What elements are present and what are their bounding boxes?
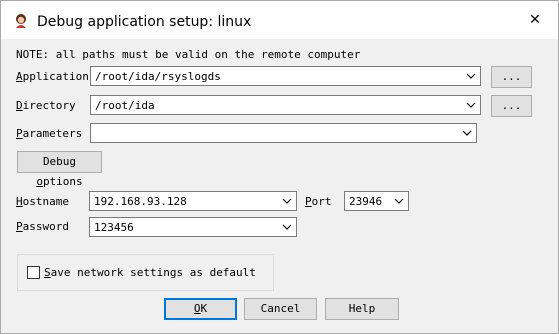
save-settings-checkbox[interactable] [27, 266, 40, 279]
chevron-down-icon [466, 73, 476, 79]
note-text: NOTE: all paths must be valid on the rem… [16, 48, 361, 61]
directory-combobox[interactable]: /root/ida [90, 95, 481, 115]
directory-value: /root/ida [95, 99, 155, 112]
help-button[interactable]: Help [325, 298, 399, 320]
hostname-label: Hostname [16, 195, 69, 208]
parameters-label: Parameters [16, 127, 83, 140]
close-button[interactable]: ✕ [512, 1, 558, 39]
chevron-down-icon [462, 130, 472, 136]
close-icon: ✕ [529, 12, 541, 28]
directory-label: Directory [16, 99, 76, 112]
chevron-down-icon [282, 224, 292, 230]
application-label: Application [16, 70, 89, 83]
hostname-combobox[interactable]: 192.168.93.128 [89, 191, 297, 211]
window-title: Debug application setup: linux [37, 14, 252, 30]
title-bar: Debug application setup: linux ✕ [1, 1, 558, 39]
password-value: 123456 [94, 221, 134, 234]
chevron-down-icon [394, 198, 404, 204]
debug-options-button[interactable]: Debug options [17, 151, 102, 188]
password-combobox[interactable]: 123456 [89, 217, 297, 237]
port-label: Port [305, 195, 332, 208]
hostname-value: 192.168.93.128 [94, 195, 187, 208]
ok-button[interactable]: OK [164, 298, 237, 320]
directory-browse-button[interactable]: ... [491, 95, 532, 117]
application-browse-button[interactable]: ... [491, 66, 532, 88]
debug-setup-dialog: Debug application setup: linux ✕ NOTE: a… [0, 0, 559, 334]
parameters-combobox[interactable] [90, 123, 477, 143]
save-settings-label[interactable]: Save network settings as default [44, 266, 256, 279]
application-value: /root/ida/rsyslogds [95, 70, 221, 83]
application-combobox[interactable]: /root/ida/rsyslogds [90, 66, 481, 86]
port-combobox[interactable]: 23946 [344, 191, 409, 211]
app-logo-icon [16, 14, 26, 28]
password-label: Password [16, 220, 69, 233]
port-value: 23946 [349, 195, 383, 208]
chevron-down-icon [466, 102, 476, 108]
cancel-button[interactable]: Cancel [244, 298, 317, 320]
chevron-down-icon [282, 198, 292, 204]
